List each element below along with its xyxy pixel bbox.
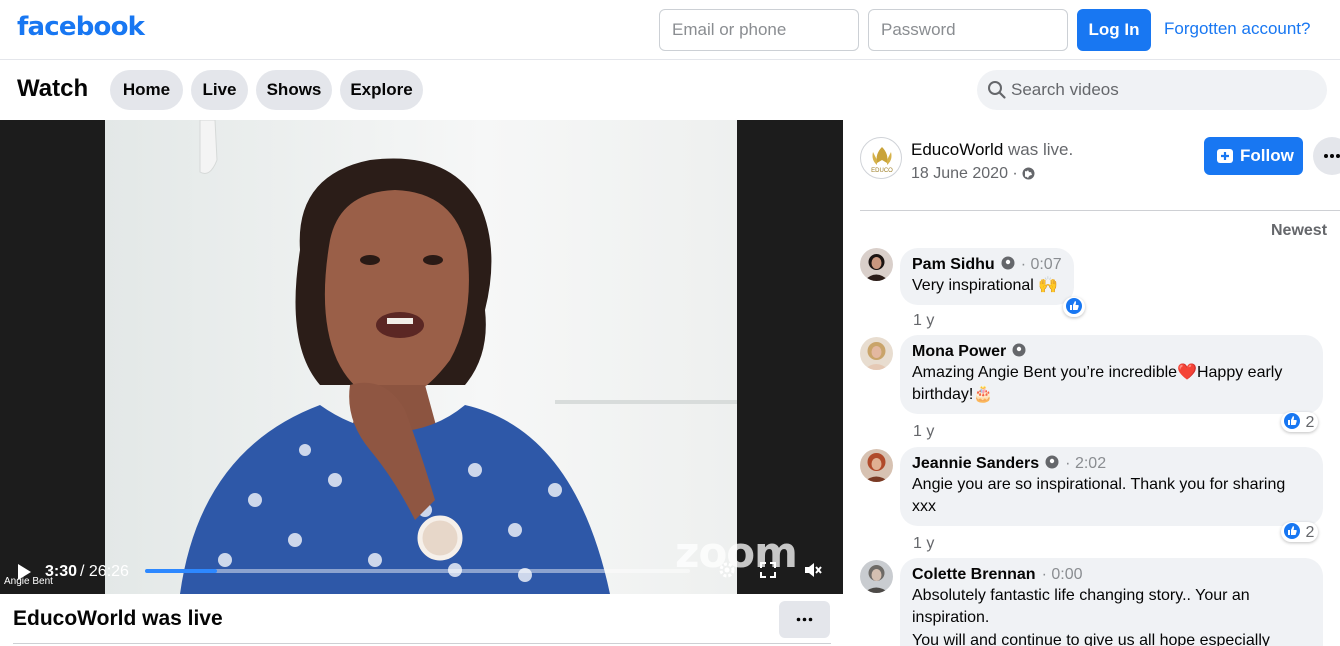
login-button[interactable]: Log In bbox=[1077, 9, 1151, 51]
reaction-badge[interactable]: 2 bbox=[1281, 522, 1319, 542]
tab-live[interactable]: Live bbox=[191, 70, 248, 110]
commenter-avatar[interactable] bbox=[860, 449, 893, 482]
page-name[interactable]: EducoWorld bbox=[911, 140, 1003, 159]
follow-label: Follow bbox=[1240, 146, 1294, 165]
fullscreen-icon[interactable] bbox=[758, 560, 778, 580]
comment-author[interactable]: Jeannie Sanders bbox=[912, 455, 1039, 472]
top-fan-badge-icon bbox=[1012, 343, 1026, 357]
watch-nav: Watch Home Live Shows Explore bbox=[0, 61, 1340, 119]
comment-author[interactable]: Colette Brennan bbox=[912, 566, 1036, 583]
comment-age[interactable]: 1 y bbox=[913, 312, 934, 330]
post-more-button[interactable] bbox=[779, 601, 830, 638]
video-frame bbox=[105, 120, 737, 594]
reaction-count: 2 bbox=[1305, 524, 1315, 541]
avatar-photo-icon bbox=[860, 560, 893, 593]
avatar-photo-icon bbox=[860, 337, 893, 370]
follow-icon bbox=[1217, 149, 1233, 163]
facebook-logo[interactable]: facebook bbox=[17, 12, 145, 42]
page-name-line: EducoWorld was live. bbox=[911, 140, 1073, 160]
more-dots-icon bbox=[1324, 154, 1340, 158]
reaction-count: 2 bbox=[1305, 414, 1315, 431]
comment-age[interactable]: 1 y bbox=[913, 535, 934, 553]
avatar-photo-icon bbox=[860, 248, 893, 281]
tab-home[interactable]: Home bbox=[110, 70, 183, 110]
page-avatar[interactable]: EDUCO bbox=[860, 137, 902, 179]
comment-timestamp[interactable]: · 0:00 bbox=[1042, 566, 1083, 583]
comment-text: Very inspirational 🙌 bbox=[912, 277, 1059, 294]
comment-author[interactable]: Mona Power bbox=[912, 343, 1006, 360]
tab-explore[interactable]: Explore bbox=[340, 70, 423, 110]
progress-bar[interactable] bbox=[145, 569, 690, 573]
current-time: 3:30 bbox=[45, 563, 78, 580]
globe-icon bbox=[1022, 167, 1035, 180]
search-input[interactable] bbox=[1011, 70, 1311, 110]
page-more-button[interactable] bbox=[1313, 137, 1340, 175]
reaction-badge[interactable] bbox=[1063, 297, 1085, 317]
comment-bubble: Jeannie Sanders · 2:02 Angie you are so i… bbox=[900, 447, 1323, 526]
like-reaction-icon bbox=[1284, 413, 1300, 429]
comment-author[interactable]: Pam Sidhu bbox=[912, 256, 995, 273]
more-dots-icon bbox=[796, 617, 813, 622]
like-reaction-icon bbox=[1066, 298, 1082, 314]
comment-timestamp[interactable]: · 2:02 bbox=[1065, 455, 1106, 472]
educo-logo-icon: EDUCO bbox=[871, 147, 893, 174]
video-duration: / 26:26 bbox=[80, 563, 129, 580]
comment-bubble: Pam Sidhu · 0:07 Very inspirational 🙌 bbox=[900, 248, 1074, 305]
like-reaction-icon bbox=[1284, 523, 1300, 539]
avatar-photo-icon bbox=[860, 449, 893, 482]
commenter-avatar[interactable] bbox=[860, 560, 893, 593]
comment-age[interactable]: 1 y bbox=[913, 423, 934, 441]
search-box[interactable] bbox=[977, 70, 1327, 110]
live-status: was live. bbox=[1003, 140, 1074, 159]
commenter-avatar[interactable] bbox=[860, 248, 893, 281]
comment-bubble: Mona Power Amazing Angie Bent you’re inc… bbox=[900, 335, 1323, 414]
side-panel: EDUCO EducoWorld was live. 18 June 2020 … bbox=[843, 120, 1340, 646]
email-field[interactable] bbox=[659, 9, 859, 51]
post-date[interactable]: 18 June 2020 · bbox=[911, 165, 1018, 182]
reaction-badge[interactable]: 2 bbox=[1281, 412, 1319, 432]
search-icon bbox=[988, 81, 1006, 99]
speaker-video-image bbox=[105, 120, 737, 594]
svg-text:EDUCO: EDUCO bbox=[871, 168, 893, 174]
divider bbox=[860, 210, 1340, 211]
top-fan-badge-icon bbox=[1045, 455, 1059, 469]
tab-shows[interactable]: Shows bbox=[256, 70, 332, 110]
password-field[interactable] bbox=[868, 9, 1068, 51]
comment-bubble: Colette Brennan · 0:00 Absolutely fantast… bbox=[900, 558, 1323, 646]
settings-gear-icon[interactable] bbox=[717, 560, 737, 580]
top-fan-badge-icon bbox=[1001, 256, 1015, 270]
comment-text: Angie you are so inspirational. Thank yo… bbox=[912, 476, 1286, 515]
comment-text: Amazing Angie Bent you’re incredible❤️Ha… bbox=[912, 364, 1283, 403]
comment-text-continued: You will and continue to give us all hop… bbox=[912, 632, 1270, 646]
divider bbox=[13, 643, 831, 644]
mute-icon[interactable] bbox=[803, 560, 823, 580]
post-title: EducoWorld was live bbox=[13, 607, 223, 630]
sort-comments-dropdown[interactable]: Newest bbox=[1271, 222, 1327, 240]
comment-text: Absolutely fantastic life changing story… bbox=[912, 587, 1250, 626]
watch-title[interactable]: Watch bbox=[17, 75, 88, 103]
comment-timestamp[interactable]: · 0:07 bbox=[1021, 256, 1062, 273]
forgot-account-link[interactable]: Forgotten account? bbox=[1164, 19, 1310, 39]
commenter-avatar[interactable] bbox=[860, 337, 893, 370]
top-bar: facebook Log In Forgotten account? bbox=[0, 0, 1340, 60]
follow-button[interactable]: Follow bbox=[1204, 137, 1303, 175]
progress-fill bbox=[145, 569, 217, 573]
post-date-line: 18 June 2020 · bbox=[911, 165, 1035, 183]
video-player[interactable] bbox=[0, 120, 843, 594]
play-icon[interactable] bbox=[15, 563, 33, 581]
